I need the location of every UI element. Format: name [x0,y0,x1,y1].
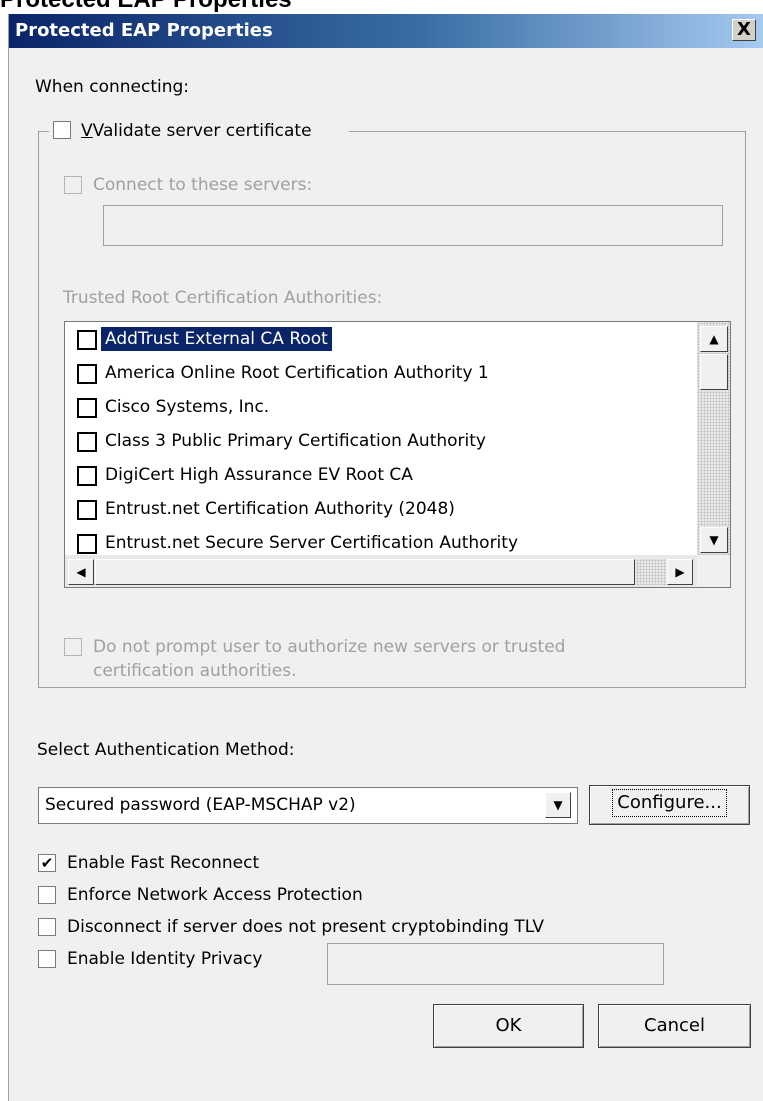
scroll-thumb[interactable] [700,354,728,390]
validate-cert-label: VValidate server certificate [81,121,312,141]
list-item-label: America Online Root Certification Author… [105,363,489,383]
list-item[interactable]: America Online Root Certification Author… [65,356,695,390]
do-not-prompt-label-line1: Do not prompt user to authorize new serv… [93,637,566,657]
list-item-checkbox[interactable] [77,500,97,520]
list-item-checkbox[interactable] [77,432,97,452]
trusted-root-label: Trusted Root Certification Authorities: [63,288,383,308]
arrow-right-icon: ▶ [675,565,685,579]
list-item-label: AddTrust External CA Root [100,326,333,352]
identity-privacy-checkbox[interactable] [38,950,56,968]
cryptobinding-checkbox[interactable] [38,918,56,936]
auth-method-value: Secured password (EAP-MSCHAP v2) [45,795,356,815]
identity-privacy-input[interactable] [327,943,664,985]
list-item-checkbox[interactable] [77,398,97,418]
chevron-down-icon[interactable]: ▼ [545,792,571,818]
list-item-checkbox[interactable] [77,330,97,350]
list-item-label: DigiCert High Assurance EV Root CA [105,465,413,485]
do-not-prompt-label-line2: certification authorities. [93,661,297,681]
cancel-button[interactable]: Cancel [598,1004,751,1048]
cryptobinding-label: Disconnect if server does not present cr… [67,917,544,937]
protected-eap-dialog: Protected EAP Properties X When connecti… [8,14,763,1101]
close-icon: X [737,19,751,40]
list-item[interactable]: Cisco Systems, Inc. [65,390,695,424]
connect-servers-checkbox[interactable] [64,176,82,194]
vertical-scrollbar[interactable]: ▲ ▼ [697,322,730,555]
checkmark-icon: ✔ [40,854,54,872]
list-item[interactable]: Class 3 Public Primary Certification Aut… [65,424,695,458]
list-item-checkbox[interactable] [77,534,97,554]
arrow-down-icon: ▼ [709,533,719,547]
scroll-right-button[interactable]: ▶ [667,559,693,585]
scroll-up-button[interactable]: ▲ [700,326,728,352]
list-item-label: Class 3 Public Primary Certification Aut… [105,431,486,451]
clipped-page-heading: Protected EAP Properties [0,0,763,14]
close-button[interactable]: X [732,19,756,41]
auth-method-label: Select Authentication Method: [37,740,295,760]
arrow-up-icon: ▲ [709,332,719,346]
horizontal-scroll-thumb[interactable] [95,559,635,585]
configure-label: Configure... [612,789,727,817]
validate-cert-checkbox[interactable] [53,121,71,139]
list-item-label: Cisco Systems, Inc. [105,397,270,417]
list-item-label: Entrust.net Secure Server Certification … [105,533,519,553]
fast-reconnect-checkbox[interactable]: ✔ [38,854,56,872]
list-item-checkbox[interactable] [77,466,97,486]
auth-method-select[interactable]: Secured password (EAP-MSCHAP v2) ▼ [38,787,578,824]
list-item[interactable]: Entrust.net Certification Authority (204… [65,492,695,526]
when-connecting-label: When connecting: [35,77,190,97]
trusted-root-listbox[interactable]: AddTrust External CA Root America Online… [64,321,731,588]
horizontal-scroll-track[interactable] [636,559,666,585]
validate-cert-label-text: Validate server certificate [92,121,312,141]
validate-cert-row: VValidate server certificate [49,118,349,144]
list-item-checkbox[interactable] [77,364,97,384]
scroll-down-button[interactable]: ▼ [700,527,728,553]
list-item[interactable]: DigiCert High Assurance EV Root CA [65,458,695,492]
configure-button[interactable]: Configure... [589,785,750,825]
window-title: Protected EAP Properties [15,20,273,41]
nap-checkbox[interactable] [38,886,56,904]
ok-button[interactable]: OK [433,1004,584,1048]
scroll-left-button[interactable]: ◀ [68,559,94,585]
connect-servers-label: Connect to these servers: [93,175,313,195]
arrow-left-icon: ◀ [76,565,86,579]
horizontal-scrollbar[interactable]: ◀ ▶ [65,555,697,587]
do-not-prompt-checkbox[interactable] [64,638,82,656]
title-bar[interactable]: Protected EAP Properties X [9,14,763,48]
list-item-label: Entrust.net Certification Authority (204… [105,499,455,519]
scroll-corner [697,555,730,587]
connect-servers-input[interactable] [103,205,723,246]
identity-privacy-label: Enable Identity Privacy [67,949,263,969]
nap-label: Enforce Network Access Protection [67,885,363,905]
list-item[interactable]: AddTrust External CA Root [65,322,695,356]
fast-reconnect-label: Enable Fast Reconnect [67,853,260,873]
